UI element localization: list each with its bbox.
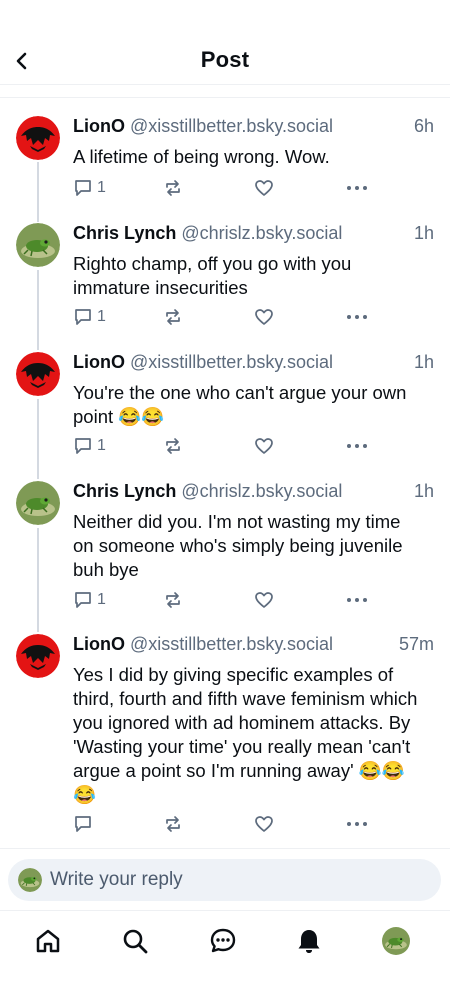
author-handle[interactable]: @xisstillbetter.bsky.social (130, 352, 333, 372)
tab-notifications[interactable] (293, 925, 325, 957)
profile-avatar (382, 927, 410, 955)
more-button[interactable] (346, 436, 368, 456)
like-button[interactable] (254, 814, 274, 834)
author-handle[interactable]: @xisstillbetter.bsky.social (130, 634, 333, 654)
header: Post (0, 0, 450, 85)
repost-button[interactable] (163, 178, 183, 198)
reply-input[interactable]: Write your reply (8, 859, 441, 901)
post-time: 6h (413, 116, 434, 136)
post-actions: 1 (73, 590, 434, 612)
repost-icon (166, 180, 180, 196)
more-button[interactable] (346, 178, 368, 198)
divider (0, 97, 450, 98)
avatar[interactable] (16, 223, 60, 267)
reply-button[interactable]: 1 (73, 178, 106, 198)
tab-home[interactable] (32, 925, 64, 957)
more-button[interactable] (346, 814, 368, 834)
bell-icon (298, 930, 320, 953)
avatar[interactable] (16, 116, 60, 160)
reply-icon (75, 309, 91, 325)
repost-icon (166, 309, 180, 325)
bottom-tab-bar (0, 910, 450, 971)
thread-line (37, 399, 39, 479)
post-time: 1h (413, 352, 434, 372)
more-icon (347, 186, 367, 190)
repost-button[interactable] (163, 307, 183, 327)
reply-icon (75, 592, 91, 608)
more-icon (347, 315, 367, 319)
repost-button[interactable] (163, 436, 183, 456)
more-icon (347, 444, 367, 448)
heart-icon (255, 309, 273, 325)
reply-placeholder: Write your reply (50, 869, 183, 890)
post-text: You're the one who can't argue your own … (73, 382, 407, 427)
thread-line (37, 528, 39, 632)
post-time: 1h (413, 223, 434, 243)
post-text: Yes I did by giving specific examples of… (73, 664, 418, 805)
more-icon (347, 822, 367, 826)
more-icon (347, 598, 367, 602)
like-button[interactable] (254, 307, 274, 327)
post-actions: 1 (73, 307, 434, 329)
reply-icon (75, 180, 91, 196)
post-text: Neither did you. I'm not wasting my time… (73, 511, 403, 580)
post-text: A lifetime of being wrong. Wow. (73, 146, 330, 167)
avatar (18, 868, 42, 892)
post-text: Righto champ, off you go with you immatu… (73, 253, 352, 298)
avatar[interactable] (16, 352, 60, 396)
reply-icon (75, 816, 91, 832)
repost-button[interactable] (163, 590, 183, 610)
author-name[interactable]: LionO (73, 352, 125, 372)
reply-composer: Write your reply (0, 848, 450, 911)
reply-icon (75, 438, 91, 454)
thread-line (37, 162, 39, 222)
repost-icon (166, 592, 180, 608)
post-actions (73, 814, 434, 836)
reply-button[interactable] (73, 814, 97, 834)
tab-chat[interactable] (207, 925, 239, 957)
post-time: 57m (398, 634, 434, 654)
avatar[interactable] (16, 481, 60, 525)
tab-search[interactable] (119, 925, 151, 957)
thread-line (37, 270, 39, 350)
like-button[interactable] (254, 178, 274, 198)
home-icon (36, 929, 60, 953)
author-handle[interactable]: @chrislz.bsky.social (181, 223, 342, 243)
post-actions: 1 (73, 178, 434, 200)
reply-button[interactable]: 1 (73, 307, 106, 327)
reply-button[interactable]: 1 (73, 590, 106, 610)
author-name[interactable]: LionO (73, 116, 125, 136)
author-name[interactable]: LionO (73, 634, 125, 654)
page-title: Post (200, 47, 250, 72)
more-button[interactable] (346, 307, 368, 327)
heart-icon (255, 816, 273, 832)
post-actions: 1 (73, 436, 434, 458)
repost-button[interactable] (163, 814, 183, 834)
heart-icon (255, 438, 273, 454)
reply-button[interactable]: 1 (73, 436, 106, 456)
reply-count: 1 (97, 437, 106, 454)
author-handle[interactable]: @chrislz.bsky.social (181, 481, 342, 501)
chat-icon (210, 928, 236, 953)
author-name[interactable]: Chris Lynch (73, 223, 176, 243)
heart-icon (255, 592, 273, 608)
search-icon (123, 929, 148, 954)
reply-count: 1 (97, 308, 106, 325)
post-time: 1h (413, 481, 434, 501)
heart-icon (255, 180, 273, 196)
like-button[interactable] (254, 590, 274, 610)
like-button[interactable] (254, 436, 274, 456)
reply-count: 1 (97, 179, 106, 196)
reply-count: 1 (97, 591, 106, 608)
repost-icon (166, 816, 180, 832)
tab-profile[interactable] (380, 925, 412, 957)
author-handle[interactable]: @xisstillbetter.bsky.social (130, 116, 333, 136)
author-name[interactable]: Chris Lynch (73, 481, 176, 501)
avatar[interactable] (16, 634, 60, 678)
repost-icon (166, 438, 180, 454)
more-button[interactable] (346, 590, 368, 610)
